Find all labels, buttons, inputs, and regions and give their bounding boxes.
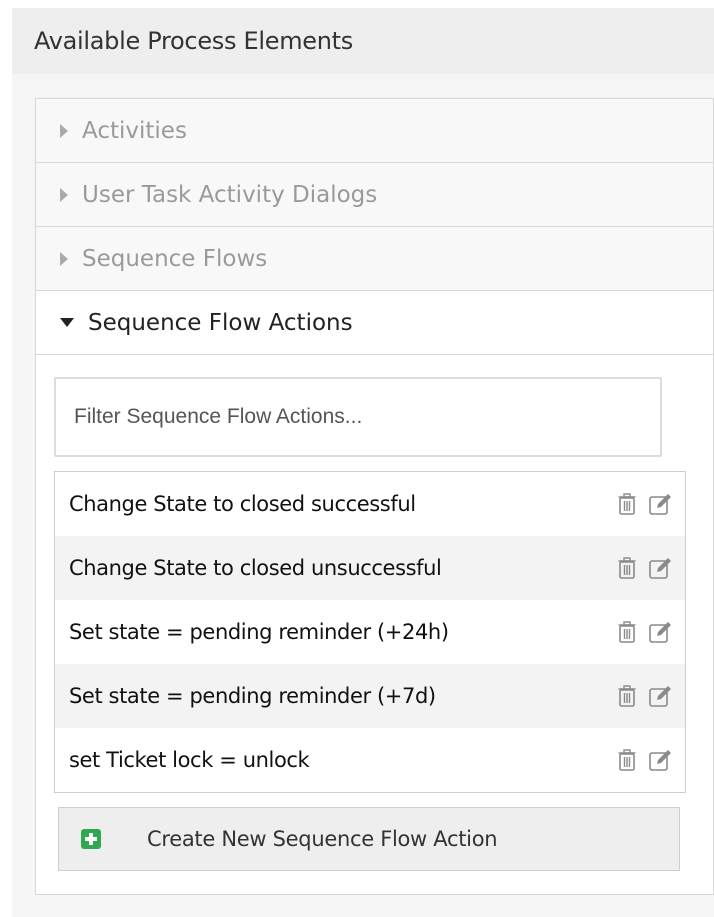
plus-icon [81, 829, 101, 849]
list-item[interactable]: set Ticket lock = unlock [55, 728, 685, 792]
list-item[interactable]: Set state = pending reminder (+24h) [55, 600, 685, 664]
edit-icon[interactable] [649, 556, 673, 580]
trash-icon[interactable] [615, 748, 639, 772]
accordion-item-user-task-activity-dialogs[interactable]: User Task Activity Dialogs [36, 163, 713, 227]
action-label: set Ticket lock = unlock [69, 748, 310, 772]
caret-right-icon [60, 123, 68, 138]
filter-input[interactable] [54, 377, 662, 457]
edit-icon[interactable] [649, 684, 673, 708]
row-actions [615, 556, 673, 580]
accordion-item-label: Sequence Flow Actions [88, 309, 353, 336]
trash-icon[interactable] [615, 492, 639, 516]
edit-icon[interactable] [649, 620, 673, 644]
process-elements-accordion: Activities User Task Activity Dialogs Se… [35, 98, 714, 895]
edit-icon[interactable] [649, 748, 673, 772]
caret-down-icon [60, 318, 74, 327]
list-item[interactable]: Change State to closed successful [55, 472, 685, 536]
accordion-item-activities[interactable]: Activities [36, 99, 713, 163]
action-label: Set state = pending reminder (+7d) [69, 684, 436, 708]
sequence-flow-actions-body: Change State to closed successful Change… [36, 355, 713, 871]
row-actions [615, 748, 673, 772]
accordion-item-label: User Task Activity Dialogs [82, 181, 378, 208]
create-new-sequence-flow-action-button[interactable]: Create New Sequence Flow Action [58, 807, 680, 871]
create-button-label: Create New Sequence Flow Action [147, 827, 498, 851]
trash-icon[interactable] [615, 620, 639, 644]
panel-title: Available Process Elements [12, 8, 714, 74]
row-actions [615, 620, 673, 644]
list-item[interactable]: Set state = pending reminder (+7d) [55, 664, 685, 728]
row-actions [615, 684, 673, 708]
list-item[interactable]: Change State to closed unsuccessful [55, 536, 685, 600]
action-label: Set state = pending reminder (+24h) [69, 620, 449, 644]
sequence-flow-actions-list: Change State to closed successful Change… [54, 471, 686, 793]
accordion-item-label: Sequence Flows [82, 245, 268, 272]
trash-icon[interactable] [615, 684, 639, 708]
accordion-item-sequence-flows[interactable]: Sequence Flows [36, 227, 713, 291]
row-actions [615, 492, 673, 516]
action-label: Change State to closed successful [69, 492, 416, 516]
caret-right-icon [60, 251, 68, 266]
trash-icon[interactable] [615, 556, 639, 580]
process-elements-panel: Available Process Elements Activities Us… [12, 8, 714, 917]
accordion-item-label: Activities [82, 117, 187, 144]
edit-icon[interactable] [649, 492, 673, 516]
action-label: Change State to closed unsuccessful [69, 556, 442, 580]
caret-right-icon [60, 187, 68, 202]
accordion-item-sequence-flow-actions[interactable]: Sequence Flow Actions [36, 291, 713, 355]
